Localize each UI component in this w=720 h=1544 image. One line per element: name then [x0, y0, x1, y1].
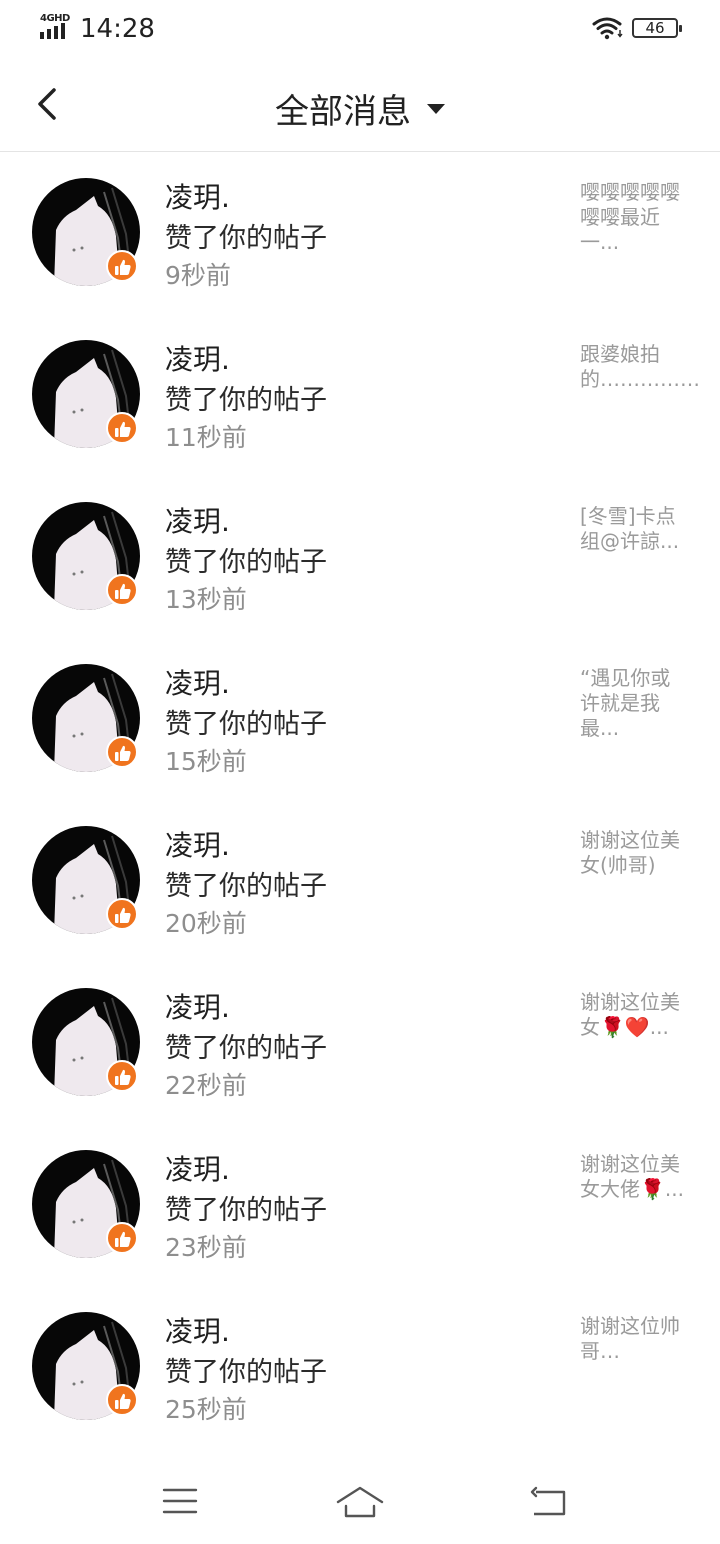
- home-icon: [336, 1486, 384, 1518]
- network-type: 4GHD: [40, 13, 70, 24]
- action-text: 赞了你的帖子: [165, 223, 327, 254]
- notification-list: 凌玥. 赞了你的帖子 9秒前 嘤嘤嘤嘤嘤嘤嘤最近一... 凌玥. 赞了你的帖子 …: [0, 152, 720, 1448]
- return-icon: [530, 1486, 566, 1516]
- status-bar: 4GHD 14:28 46: [0, 0, 720, 58]
- thumbs-up-icon: [115, 421, 131, 437]
- sender-name[interactable]: 凌玥.: [165, 500, 230, 540]
- like-badge: [106, 898, 138, 930]
- notification-item[interactable]: 凌玥. 赞了你的帖子 11秒前 跟婆娘拍的……………: [0, 314, 720, 476]
- thumbs-up-icon: [115, 1231, 131, 1247]
- like-badge: [106, 412, 138, 444]
- notification-item[interactable]: 凌玥. 赞了你的帖子 15秒前 “遇见你或许就是我最...: [0, 638, 720, 800]
- timestamp: 20秒前: [165, 909, 247, 938]
- status-time: 14:28: [80, 14, 155, 44]
- like-badge: [106, 1222, 138, 1254]
- post-preview[interactable]: 跟婆娘拍的……………: [580, 342, 700, 392]
- timestamp: 11秒前: [165, 423, 247, 452]
- notification-item[interactable]: 凌玥. 赞了你的帖子 22秒前 谢谢这位美女🌹❤️...: [0, 962, 720, 1124]
- like-badge: [106, 574, 138, 606]
- thumbs-up-icon: [115, 907, 131, 923]
- notification-item[interactable]: 凌玥. 赞了你的帖子 9秒前 嘤嘤嘤嘤嘤嘤嘤最近一...: [0, 152, 720, 314]
- like-badge: [106, 1060, 138, 1092]
- notification-item[interactable]: 凌玥. 赞了你的帖子 20秒前 谢谢这位美女(帅哥): [0, 800, 720, 962]
- action-text: 赞了你的帖子: [165, 547, 327, 578]
- top-bar: 全部消息: [0, 58, 720, 152]
- action-text: 赞了你的帖子: [165, 1357, 327, 1388]
- system-nav-bar: [0, 1460, 720, 1544]
- post-preview[interactable]: “遇见你或许就是我最...: [580, 666, 688, 741]
- menu-icon: [162, 1488, 198, 1514]
- signal-icon: 4GHD: [40, 13, 72, 39]
- sender-name[interactable]: 凌玥.: [165, 1148, 230, 1188]
- sender-name[interactable]: 凌玥.: [165, 176, 230, 216]
- action-text: 赞了你的帖子: [165, 385, 327, 416]
- thumbs-up-icon: [115, 259, 131, 275]
- menu-button[interactable]: [150, 1480, 210, 1524]
- thumbs-up-icon: [115, 583, 131, 599]
- post-preview[interactable]: [冬雪]卡点组@许諒...: [580, 504, 688, 554]
- thumbs-up-icon: [115, 745, 131, 761]
- notification-item[interactable]: 凌玥. 赞了你的帖子 13秒前 [冬雪]卡点组@许諒...: [0, 476, 720, 638]
- post-preview[interactable]: 谢谢这位美女大佬🌹...: [580, 1152, 688, 1202]
- action-text: 赞了你的帖子: [165, 709, 327, 740]
- battery-icon: 46: [632, 18, 682, 38]
- action-text: 赞了你的帖子: [165, 1033, 327, 1064]
- like-badge: [106, 1384, 138, 1416]
- post-preview[interactable]: 谢谢这位美女(帅哥): [580, 828, 688, 878]
- sender-name[interactable]: 凌玥.: [165, 338, 230, 378]
- sender-name[interactable]: 凌玥.: [165, 824, 230, 864]
- sender-name[interactable]: 凌玥.: [165, 662, 230, 702]
- post-preview[interactable]: 谢谢这位美女🌹❤️...: [580, 990, 688, 1040]
- timestamp: 9秒前: [165, 261, 231, 290]
- post-preview[interactable]: 谢谢这位帅哥…: [580, 1314, 688, 1364]
- like-badge: [106, 250, 138, 282]
- thumbs-up-icon: [115, 1069, 131, 1085]
- notification-item[interactable]: 凌玥. 赞了你的帖子 23秒前 谢谢这位美女大佬🌹...: [0, 1124, 720, 1286]
- thumbs-up-icon: [115, 1393, 131, 1409]
- timestamp: 22秒前: [165, 1071, 247, 1100]
- return-button[interactable]: [520, 1480, 580, 1524]
- sender-name[interactable]: 凌玥.: [165, 986, 230, 1026]
- action-text: 赞了你的帖子: [165, 1195, 327, 1226]
- like-badge: [106, 736, 138, 768]
- timestamp: 23秒前: [165, 1233, 247, 1262]
- filter-dropdown[interactable]: 全部消息: [0, 84, 720, 133]
- timestamp: 15秒前: [165, 747, 247, 776]
- wifi-icon: [592, 17, 623, 40]
- caret-down-icon: [427, 103, 445, 114]
- home-button[interactable]: [330, 1480, 390, 1524]
- timestamp: 25秒前: [165, 1395, 247, 1424]
- action-text: 赞了你的帖子: [165, 871, 327, 902]
- post-preview[interactable]: 嘤嘤嘤嘤嘤嘤嘤最近一...: [580, 180, 688, 255]
- sender-name[interactable]: 凌玥.: [165, 1310, 230, 1350]
- timestamp: 13秒前: [165, 585, 247, 614]
- battery-level: 46: [645, 19, 665, 37]
- page-title: 全部消息: [275, 92, 411, 132]
- notification-item[interactable]: 凌玥. 赞了你的帖子 25秒前 谢谢这位帅哥…: [0, 1286, 720, 1448]
